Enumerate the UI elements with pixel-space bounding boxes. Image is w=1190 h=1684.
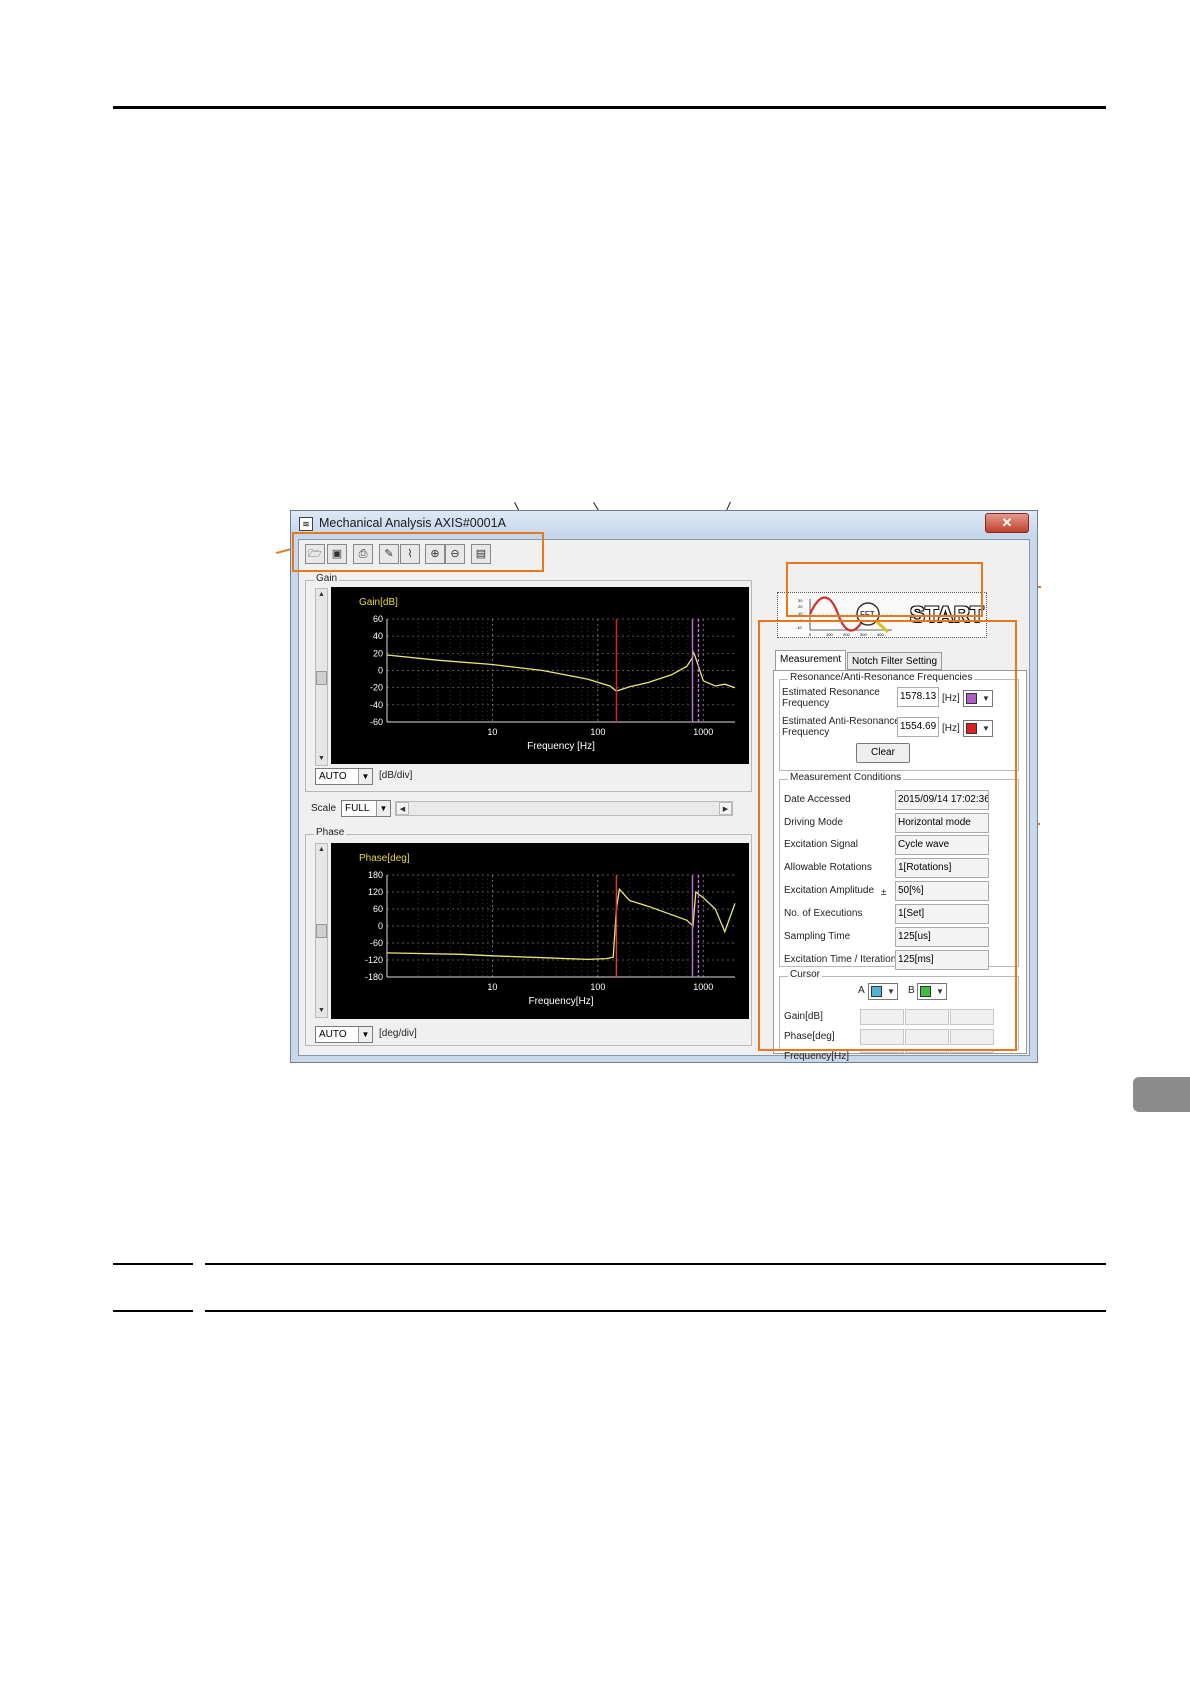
scroll-up-icon[interactable]: ▲	[316, 589, 327, 601]
phase-series-line	[386, 887, 736, 961]
phase-y-tick: -60	[370, 938, 383, 948]
gain-x-tick: 1000	[693, 727, 713, 737]
gain-y-tick: 0	[378, 666, 383, 676]
toolbar-highlight	[292, 532, 544, 572]
gain-title: Gain[dB]	[359, 597, 398, 608]
scale-hscroll[interactable]: ◀ ▶	[395, 801, 733, 816]
gain-y-tick: -20	[370, 683, 383, 693]
scroll-up-icon[interactable]: ▲	[316, 844, 327, 856]
top-rule	[113, 106, 1106, 109]
gain-group-label: Gain	[314, 573, 340, 584]
gain-series-line	[386, 649, 736, 692]
phase-plot: Phase[deg] 180 120 60 0 -60 -120 -180 10 100 1000 F…	[331, 843, 749, 1019]
gain-x-label: Frequency [Hz]	[527, 741, 595, 752]
cursor-row-label: Frequency[Hz]	[784, 1051, 850, 1062]
gain-y-tick: 40	[373, 631, 383, 641]
scale-value: FULL	[345, 803, 370, 814]
scroll-left-icon[interactable]: ◀	[396, 802, 409, 815]
phase-y-tick: -180	[365, 972, 383, 982]
gain-unit-label: [dB/div]	[379, 770, 413, 781]
phase-unit-label: [deg/div]	[379, 1028, 417, 1039]
phase-y-tick: 0	[378, 921, 383, 931]
gain-y-tick: -60	[370, 717, 383, 727]
gain-vscroll[interactable]: ▲ ▼	[315, 588, 328, 766]
phase-scale-select[interactable]: AUTO ▼	[315, 1026, 373, 1043]
scroll-right-icon[interactable]: ▶	[719, 802, 732, 815]
phase-y-tick: 60	[373, 904, 383, 914]
phase-x-label: Frequency[Hz]	[528, 996, 593, 1007]
scroll-down-icon[interactable]: ▼	[316, 1005, 327, 1017]
phase-vscroll[interactable]: ▲ ▼	[315, 843, 328, 1018]
chevron-down-icon: ▼	[376, 801, 390, 816]
bottom-rule-2	[113, 1310, 1106, 1312]
phase-title: Phase[deg]	[359, 853, 410, 864]
chevron-down-icon: ▼	[358, 769, 372, 784]
window-title: Mechanical Analysis AXIS#0001A	[319, 516, 506, 530]
gain-y-tick: -40	[370, 700, 383, 710]
scroll-thumb[interactable]	[316, 924, 327, 938]
gain-x-tick: 100	[590, 727, 605, 737]
start-highlight	[786, 562, 983, 617]
phase-x-tick: 10	[487, 982, 497, 992]
gain-y-tick: 20	[373, 648, 383, 658]
chevron-down-icon: ▼	[358, 1027, 372, 1042]
phase-group-label: Phase	[314, 827, 347, 838]
scroll-thumb[interactable]	[316, 671, 327, 685]
phase-scale-value: AUTO	[319, 1029, 347, 1040]
bottom-rule-1	[113, 1263, 1106, 1265]
chapter-tab	[1133, 1077, 1190, 1112]
bottom-rule-2-gap	[193, 1309, 205, 1313]
gain-x-tick: 10	[487, 727, 497, 737]
phase-x-tick: 1000	[693, 982, 713, 992]
panel-highlight	[758, 620, 1017, 1051]
scroll-down-icon[interactable]: ▼	[316, 753, 327, 765]
bottom-rule-1-gap	[193, 1262, 205, 1266]
phase-y-tick: 180	[368, 870, 383, 880]
app-icon: ≋	[299, 517, 313, 531]
gain-scale-value: AUTO	[319, 771, 347, 782]
close-button[interactable]: ✕	[985, 513, 1029, 533]
phase-chart: Phase[deg] 180 120 60 0 -60 -120 -180 10 100 1000 F…	[359, 853, 736, 1007]
phase-x-tick: 100	[590, 982, 605, 992]
gain-chart: Gain[dB] 60 40 20 0 -20 -40 -60 10 100 1000 Frequen…	[359, 597, 736, 752]
gain-plot: Gain[dB] 60 40 20 0 -20 -40 -60 10 100 1000 Frequen…	[331, 587, 749, 764]
phase-y-tick: 120	[368, 887, 383, 897]
gain-y-tick: 60	[373, 614, 383, 624]
phase-y-tick: -120	[365, 955, 383, 965]
gain-scale-select[interactable]: AUTO ▼	[315, 768, 373, 785]
scale-label: Scale	[311, 803, 337, 814]
scale-select[interactable]: FULL ▼	[341, 800, 391, 817]
